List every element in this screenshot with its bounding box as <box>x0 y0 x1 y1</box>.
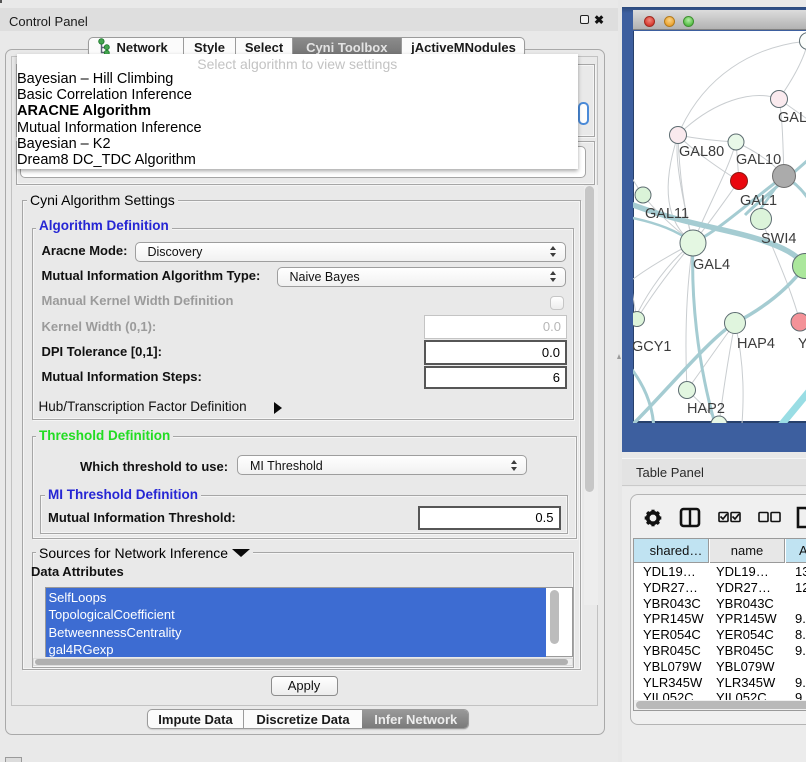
svg-text:GCY1: GCY1 <box>633 339 672 355</box>
svg-text:SWI4: SWI4 <box>761 231 796 247</box>
svg-text:GAL2: GAL2 <box>778 110 806 126</box>
svg-text:GAL1: GAL1 <box>740 193 777 209</box>
svg-text:GAL4: GAL4 <box>693 257 730 273</box>
svg-text:YER0: YER0 <box>798 336 806 352</box>
svg-text:GAL11: GAL11 <box>645 206 689 222</box>
svg-text:GAL80: GAL80 <box>679 144 724 160</box>
svg-text:HAP2: HAP2 <box>687 401 725 417</box>
svg-text:HAP4: HAP4 <box>737 336 775 352</box>
svg-text:GAL10: GAL10 <box>736 152 781 168</box>
